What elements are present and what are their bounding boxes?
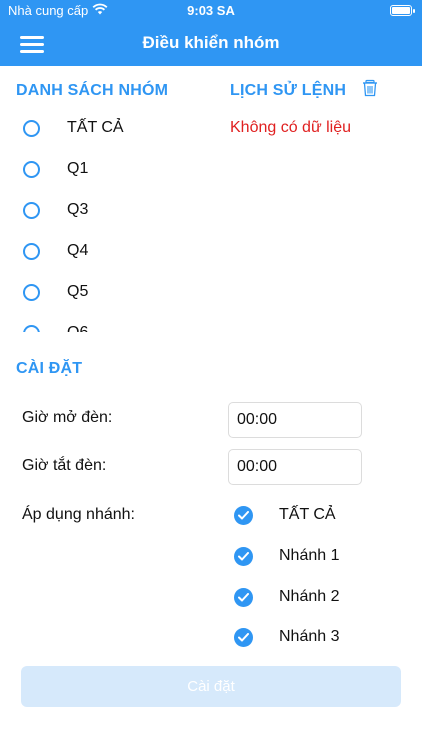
group-label: TẤT CẢ: [67, 119, 124, 136]
group-label: Q6: [67, 324, 88, 332]
checkbox-checked-icon[interactable]: [234, 547, 253, 566]
group-list-title: DANH SÁCH NHÓM: [16, 82, 169, 99]
history-empty-text: Không có dữ liệu: [230, 119, 352, 136]
radio-icon[interactable]: [23, 325, 40, 332]
branch-item-1[interactable]: Nhánh 1: [228, 542, 408, 572]
status-bar: Nhà cung cấp 9:03 SA: [0, 0, 422, 22]
group-item-q5[interactable]: Q5: [0, 272, 215, 313]
radio-icon[interactable]: [23, 120, 40, 137]
off-time-label: Giờ tắt đèn:: [22, 457, 107, 474]
clock: 9:03 SA: [187, 3, 235, 18]
on-time-input[interactable]: [228, 402, 362, 438]
radio-icon[interactable]: [23, 161, 40, 178]
group-item-all[interactable]: TẤT CẢ: [0, 108, 215, 149]
group-item-q1[interactable]: Q1: [0, 149, 215, 190]
history-title: LỊCH SỬ LỆNH: [230, 82, 347, 99]
branch-item-all[interactable]: TẤT CẢ: [228, 501, 408, 531]
page-title: Điều khiển nhóm: [142, 33, 280, 52]
group-item-q3[interactable]: Q3: [0, 190, 215, 231]
radio-icon[interactable]: [23, 243, 40, 260]
checkbox-checked-icon[interactable]: [234, 588, 253, 607]
group-item-q4[interactable]: Q4: [0, 231, 215, 272]
group-label: Q3: [67, 201, 89, 218]
checkbox-checked-icon[interactable]: [234, 628, 253, 647]
on-time-label: Giờ mở đèn:: [22, 409, 113, 426]
battery-icon: [390, 5, 415, 16]
branch-item-2[interactable]: Nhánh 2: [228, 583, 408, 613]
group-list[interactable]: TẤT CẢ Q1 Q3 Q4 Q5 Q6: [0, 108, 215, 332]
apply-settings-button[interactable]: Cài đặt: [21, 666, 401, 707]
group-label: Q1: [67, 160, 89, 177]
group-item-q6[interactable]: Q6: [0, 313, 215, 332]
group-label: Q5: [67, 283, 89, 300]
radio-icon[interactable]: [23, 284, 40, 301]
trash-icon[interactable]: [361, 79, 379, 97]
group-label: Q4: [67, 242, 89, 259]
nav-bar: Điều khiển nhóm: [0, 22, 422, 66]
branch-label: Nhánh 1: [279, 547, 340, 564]
settings-title: CÀI ĐẶT: [16, 360, 83, 377]
branch-label: Nhánh 2: [279, 588, 340, 605]
branch-item-3[interactable]: Nhánh 3: [228, 623, 408, 653]
off-time-input[interactable]: [228, 449, 362, 485]
branch-label: Nhánh 3: [279, 628, 340, 645]
radio-icon[interactable]: [23, 202, 40, 219]
branch-label: Áp dụng nhánh:: [22, 506, 135, 523]
checkbox-checked-icon[interactable]: [234, 506, 253, 525]
branch-label: TẤT CẢ: [279, 506, 336, 523]
